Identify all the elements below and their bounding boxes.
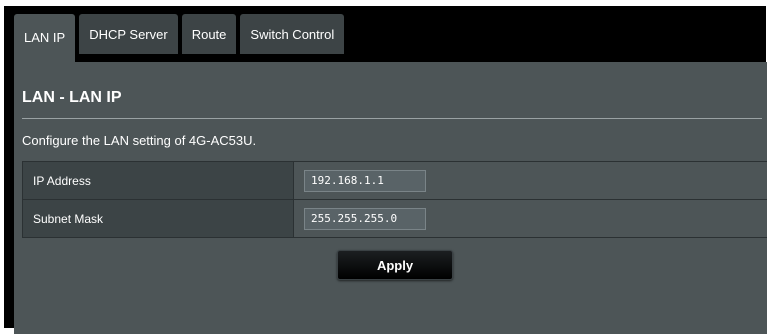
table-row: Subnet Mask bbox=[23, 200, 767, 238]
title-divider bbox=[22, 118, 762, 119]
settings-panel: LAN - LAN IP Configure the LAN setting o… bbox=[14, 62, 767, 334]
subnet-mask-label: Subnet Mask bbox=[23, 200, 294, 238]
router-admin-window: LAN IP DHCP Server Route Switch Control … bbox=[0, 0, 767, 328]
table-row: IP Address bbox=[23, 162, 767, 200]
subnet-mask-input[interactable] bbox=[304, 208, 426, 230]
tab-switch-control[interactable]: Switch Control bbox=[240, 14, 344, 54]
tab-lan-ip[interactable]: LAN IP bbox=[14, 14, 75, 62]
tab-bar: LAN IP DHCP Server Route Switch Control bbox=[14, 14, 344, 62]
lan-settings-table: IP Address Subnet Mask bbox=[22, 161, 767, 238]
page-description: Configure the LAN setting of 4G-AC53U. bbox=[22, 133, 256, 148]
ip-address-label: IP Address bbox=[23, 162, 294, 200]
tab-dhcp-server[interactable]: DHCP Server bbox=[79, 14, 178, 54]
apply-button[interactable]: Apply bbox=[337, 250, 453, 280]
subnet-mask-cell bbox=[294, 200, 767, 238]
tab-route[interactable]: Route bbox=[182, 14, 237, 54]
content-frame: LAN IP DHCP Server Route Switch Control … bbox=[4, 6, 766, 328]
ip-address-cell bbox=[294, 162, 767, 200]
page-title: LAN - LAN IP bbox=[22, 89, 122, 107]
ip-address-input[interactable] bbox=[304, 170, 426, 192]
